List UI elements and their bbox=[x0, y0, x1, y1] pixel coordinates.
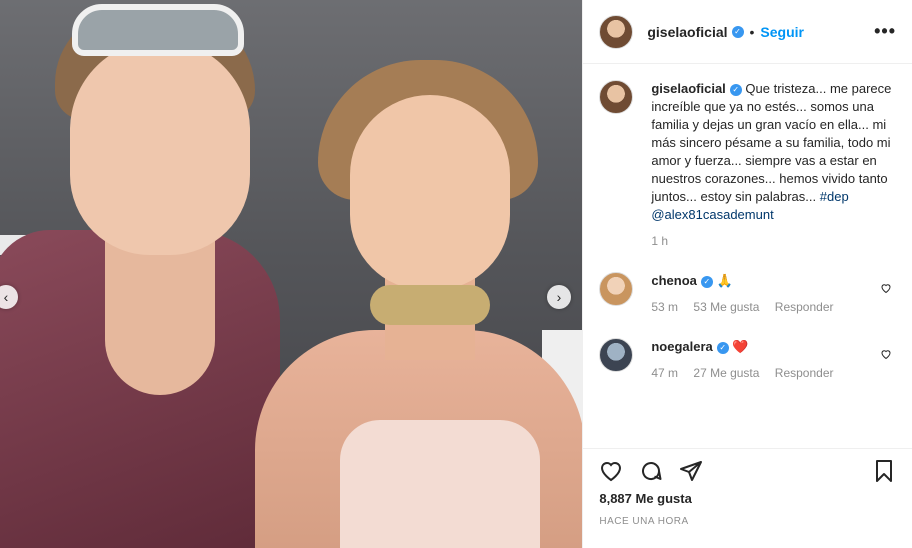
mention-link[interactable]: @alex81casademunt bbox=[651, 207, 773, 222]
separator-dot: • bbox=[749, 23, 755, 40]
chevron-right-icon: › bbox=[556, 289, 562, 305]
verified-icon: ✓ bbox=[731, 25, 744, 38]
comment-username[interactable]: chenoa bbox=[651, 273, 697, 288]
comment-body: chenoa ✓ 🙏 53 m 53 Me gusta Responder bbox=[651, 272, 896, 316]
comment-icon[interactable] bbox=[639, 459, 663, 483]
photo-person-face bbox=[350, 95, 510, 290]
caption: giselaoficial ✓ Que tristeza... me parece… bbox=[599, 80, 896, 250]
comment-like-heart-icon[interactable] bbox=[880, 348, 892, 360]
comment-time: 47 m bbox=[651, 366, 679, 380]
follow-button[interactable]: Seguir bbox=[760, 24, 804, 40]
commenter-avatar[interactable] bbox=[599, 272, 634, 306]
post-actions: 8,887 Me gusta HACE UNA HORA bbox=[583, 448, 912, 548]
caption-text: Que tristeza... me parece increíble que … bbox=[651, 81, 892, 204]
comment-likes[interactable]: 27 Me gusta bbox=[693, 366, 759, 380]
photo-scarf bbox=[370, 285, 490, 325]
comment-time: 53 m bbox=[651, 300, 679, 314]
author-username[interactable]: giselaoficial bbox=[647, 24, 727, 40]
red-heart-emoji: ❤️ bbox=[732, 339, 749, 354]
post-sidebar: giselaoficial ✓ • Seguir ••• giselaofici… bbox=[582, 0, 912, 548]
comment-username[interactable]: noegalera bbox=[651, 339, 712, 354]
author-avatar[interactable] bbox=[599, 14, 634, 49]
caption-body: giselaoficial ✓ Que tristeza... me parece… bbox=[651, 80, 896, 250]
post-photo[interactable]: ‹ › bbox=[0, 0, 583, 548]
comment-meta: 53 m 53 Me gusta Responder bbox=[651, 298, 896, 316]
comments-section: giselaoficial ✓ Que tristeza... me parece… bbox=[583, 64, 912, 448]
bookmark-icon[interactable] bbox=[872, 459, 896, 483]
verified-icon: ✓ bbox=[716, 341, 729, 354]
photo-person-face bbox=[70, 40, 250, 255]
carousel-next-button[interactable]: › bbox=[547, 285, 571, 309]
heart-icon[interactable] bbox=[599, 459, 623, 483]
comment-like-heart-icon[interactable] bbox=[880, 282, 892, 294]
hashtag-link[interactable]: #dep bbox=[820, 189, 849, 204]
verified-icon: ✓ bbox=[700, 275, 713, 288]
comment-body: noegalera ✓ ❤️ 47 m 27 Me gusta Responder bbox=[651, 338, 896, 382]
photo-sunglasses bbox=[72, 4, 244, 56]
comment-likes[interactable]: 53 Me gusta bbox=[693, 300, 759, 314]
comment-meta: 47 m 27 Me gusta Responder bbox=[651, 364, 896, 382]
comment-item: noegalera ✓ ❤️ 47 m 27 Me gusta Responder bbox=[599, 338, 896, 382]
author-avatar[interactable] bbox=[599, 80, 634, 114]
pray-emoji: 🙏 bbox=[716, 273, 733, 288]
action-icons bbox=[599, 459, 896, 483]
instagram-post: ‹ › giselaoficial ✓ • Seguir ••• giselao… bbox=[0, 0, 912, 548]
reply-button[interactable]: Responder bbox=[775, 300, 834, 314]
likes-count[interactable]: 8,887 Me gusta bbox=[599, 491, 896, 506]
reply-button[interactable]: Responder bbox=[775, 366, 834, 380]
share-icon[interactable] bbox=[679, 459, 703, 483]
comment-item: chenoa ✓ 🙏 53 m 53 Me gusta Responder bbox=[599, 272, 896, 316]
commenter-avatar[interactable] bbox=[599, 338, 634, 372]
verified-icon: ✓ bbox=[729, 83, 742, 96]
chevron-left-icon: ‹ bbox=[3, 289, 9, 305]
post-header: giselaoficial ✓ • Seguir ••• bbox=[583, 0, 912, 64]
more-icon[interactable]: ••• bbox=[874, 21, 896, 42]
caption-time: 1 h bbox=[651, 234, 669, 248]
photo-person-top bbox=[340, 420, 540, 548]
post-timestamp: HACE UNA HORA bbox=[599, 516, 689, 527]
caption-username[interactable]: giselaoficial bbox=[651, 81, 725, 96]
